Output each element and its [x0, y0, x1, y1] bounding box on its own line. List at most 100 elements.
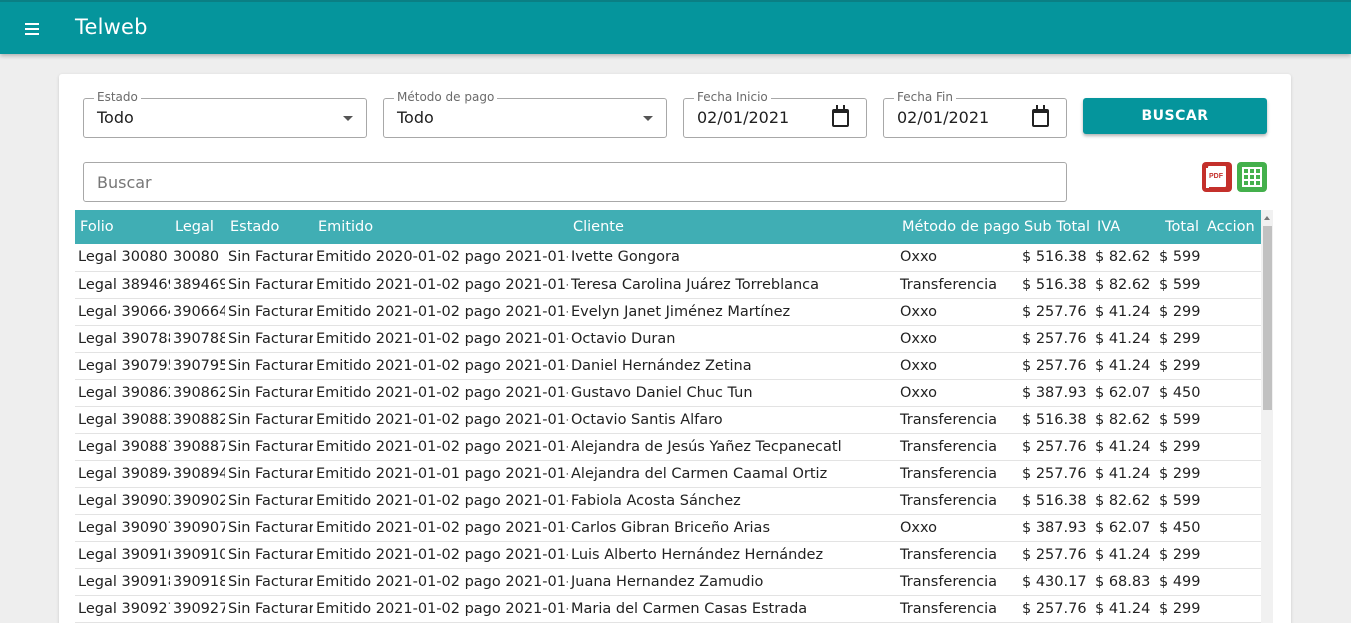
- cell-cliente: Alejandra del Carmen Caamal Ortiz: [568, 460, 897, 488]
- cell-iva: $ 41.24: [1092, 325, 1156, 353]
- table-row[interactable]: Legal 390887 390887 Sin Facturar Emitido 20…: [75, 433, 1261, 461]
- cell-emitido: Emitido 2021-01-01 pago 2021-01-02: [313, 460, 568, 488]
- scrollbar-thumb[interactable]: [1263, 226, 1272, 410]
- cell-estado: Sin Facturar: [225, 271, 313, 299]
- cell-estado: Sin Facturar: [225, 541, 313, 569]
- cell-subtotal: $ 257.76: [1019, 325, 1092, 353]
- cell-folio: Legal 390894: [75, 460, 170, 488]
- search-field[interactable]: [83, 162, 1067, 202]
- table-row[interactable]: Legal 390894 390894 Sin Facturar Emitido 20…: [75, 460, 1261, 488]
- export-excel-button[interactable]: [1237, 162, 1267, 192]
- hamburger-menu-icon[interactable]: [22, 18, 44, 40]
- fecha-fin-field[interactable]: Fecha Fin 02/01/2021: [883, 90, 1067, 138]
- cell-iva: $ 82.62: [1092, 487, 1156, 515]
- spreadsheet-grid-icon: [1242, 167, 1262, 187]
- cell-accion: [1202, 514, 1261, 542]
- cell-total: $ 599: [1156, 406, 1202, 434]
- cell-metodo-pago: Transferencia: [897, 568, 1019, 596]
- column-header[interactable]: Emitido: [313, 210, 568, 244]
- buscar-button[interactable]: BUSCAR: [1083, 98, 1267, 134]
- table-row[interactable]: Legal 389469 389469 Sin Facturar Emitido 20…: [75, 271, 1261, 299]
- column-header[interactable]: Método de pago: [897, 210, 1020, 244]
- cell-legal: 390664: [170, 298, 225, 326]
- cell-estado: Sin Facturar: [225, 595, 313, 623]
- cell-estado: Sin Facturar: [225, 379, 313, 407]
- cell-metodo-pago: Oxxo: [897, 379, 1019, 407]
- cell-iva: $ 62.07: [1092, 379, 1156, 407]
- cell-emitido: Emitido 2021-01-02 pago 2021-01-02: [313, 352, 568, 380]
- cell-legal: 390862: [170, 379, 225, 407]
- cell-metodo-pago: Transferencia: [897, 406, 1019, 434]
- cell-legal: 390795: [170, 352, 225, 380]
- column-header[interactable]: Sub Total: [1019, 210, 1092, 244]
- cell-total: $ 299: [1156, 595, 1202, 623]
- estado-select[interactable]: Estado Todo: [83, 90, 367, 138]
- cell-metodo-pago: Transferencia: [897, 271, 1019, 299]
- scroll-up-arrow-icon[interactable]: [1264, 216, 1270, 220]
- orders-table-container[interactable]: Folio Legal Estado Emitido Cliente Métod…: [75, 210, 1261, 623]
- column-header[interactable]: IVA: [1092, 210, 1156, 244]
- cell-estado: Sin Facturar: [225, 298, 313, 326]
- cell-total: $ 450: [1156, 379, 1202, 407]
- cell-iva: $ 41.24: [1092, 541, 1156, 569]
- cell-folio: Legal 390918: [75, 568, 170, 596]
- cell-cliente: Luis Alberto Hernández Hernández: [568, 541, 897, 569]
- cell-subtotal: $ 430.17: [1019, 568, 1092, 596]
- cell-iva: $ 62.07: [1092, 514, 1156, 542]
- cell-subtotal: $ 257.76: [1019, 433, 1092, 461]
- column-header[interactable]: Estado: [225, 210, 313, 244]
- table-row[interactable]: Legal 390910 390910 Sin Facturar Emitido 20…: [75, 541, 1261, 569]
- cell-cliente: Maria del Carmen Casas Estrada: [568, 595, 897, 623]
- cell-accion: [1202, 244, 1261, 272]
- table-row[interactable]: Legal 390795 390795 Sin Facturar Emitido 20…: [75, 352, 1261, 380]
- table-row[interactable]: Legal 390907 390907 Sin Facturar Emitido 20…: [75, 514, 1261, 542]
- table-row[interactable]: Legal 390788 390788 Sin Facturar Emitido 20…: [75, 325, 1261, 353]
- table-row[interactable]: Legal 390882 390882 Sin Facturar Emitido 20…: [75, 406, 1261, 434]
- cell-accion: [1202, 379, 1261, 407]
- cell-subtotal: $ 257.76: [1019, 352, 1092, 380]
- cell-legal: 390910: [170, 541, 225, 569]
- cell-folio: Legal 390910: [75, 541, 170, 569]
- cell-emitido: Emitido 2021-01-02 pago 2021-01-02: [313, 271, 568, 299]
- search-input[interactable]: [84, 163, 1066, 201]
- cell-folio: Legal 389469: [75, 271, 170, 299]
- cell-legal: 390918: [170, 568, 225, 596]
- column-header[interactable]: Total: [1156, 210, 1202, 244]
- table-row[interactable]: Legal 390862 390862 Sin Facturar Emitido 20…: [75, 379, 1261, 407]
- cell-folio: Legal 390907: [75, 514, 170, 542]
- column-header[interactable]: Legal: [170, 210, 225, 244]
- cell-cliente: Ivette Gongora: [568, 244, 897, 272]
- column-header[interactable]: Accion: [1202, 210, 1261, 244]
- cell-accion: [1202, 595, 1261, 623]
- column-header[interactable]: Cliente: [568, 210, 897, 244]
- cell-iva: $ 41.24: [1092, 298, 1156, 326]
- cell-cliente: Octavio Santis Alfaro: [568, 406, 897, 434]
- cell-legal: 390894: [170, 460, 225, 488]
- cell-estado: Sin Facturar: [225, 487, 313, 515]
- cell-total: $ 450: [1156, 514, 1202, 542]
- table-row[interactable]: Legal 390918 390918 Sin Facturar Emitido 20…: [75, 568, 1261, 596]
- cell-accion: [1202, 406, 1261, 434]
- table-row[interactable]: Legal 390927 390927 Sin Facturar Emitido 20…: [75, 595, 1261, 623]
- fecha-inicio-field[interactable]: Fecha Inicio 02/01/2021: [683, 90, 867, 138]
- cell-emitido: Emitido 2021-01-02 pago 2021-01-02: [313, 541, 568, 569]
- column-header[interactable]: Folio: [75, 210, 170, 244]
- table-row[interactable]: Legal 390664 390664 Sin Facturar Emitido 20…: [75, 298, 1261, 326]
- cell-metodo-pago: Oxxo: [897, 298, 1019, 326]
- cell-subtotal: $ 257.76: [1019, 460, 1092, 488]
- app-bar: Telweb: [0, 0, 1351, 54]
- cell-emitido: Emitido 2021-01-02 pago 2021-01-02: [313, 487, 568, 515]
- cell-estado: Sin Facturar: [225, 568, 313, 596]
- metodo-pago-select[interactable]: Método de pago Todo: [383, 90, 667, 138]
- calendar-icon[interactable]: [1032, 105, 1049, 127]
- export-pdf-button[interactable]: PDF: [1202, 162, 1232, 192]
- cell-emitido: Emitido 2021-01-02 pago 2021-01-02: [313, 406, 568, 434]
- table-scrollbar[interactable]: [1261, 210, 1273, 623]
- cell-subtotal: $ 516.38: [1019, 271, 1092, 299]
- filters-card: Estado Todo Método de pago Todo Fecha In…: [59, 74, 1291, 623]
- cell-cliente: Juana Hernandez Zamudio: [568, 568, 897, 596]
- table-row[interactable]: Legal 30080 30080 Sin Facturar Emitido 2020…: [75, 244, 1261, 272]
- table-row[interactable]: Legal 390902 390902 Sin Facturar Emitido 20…: [75, 487, 1261, 515]
- calendar-icon[interactable]: [832, 105, 849, 127]
- estado-label: Estado: [94, 90, 141, 104]
